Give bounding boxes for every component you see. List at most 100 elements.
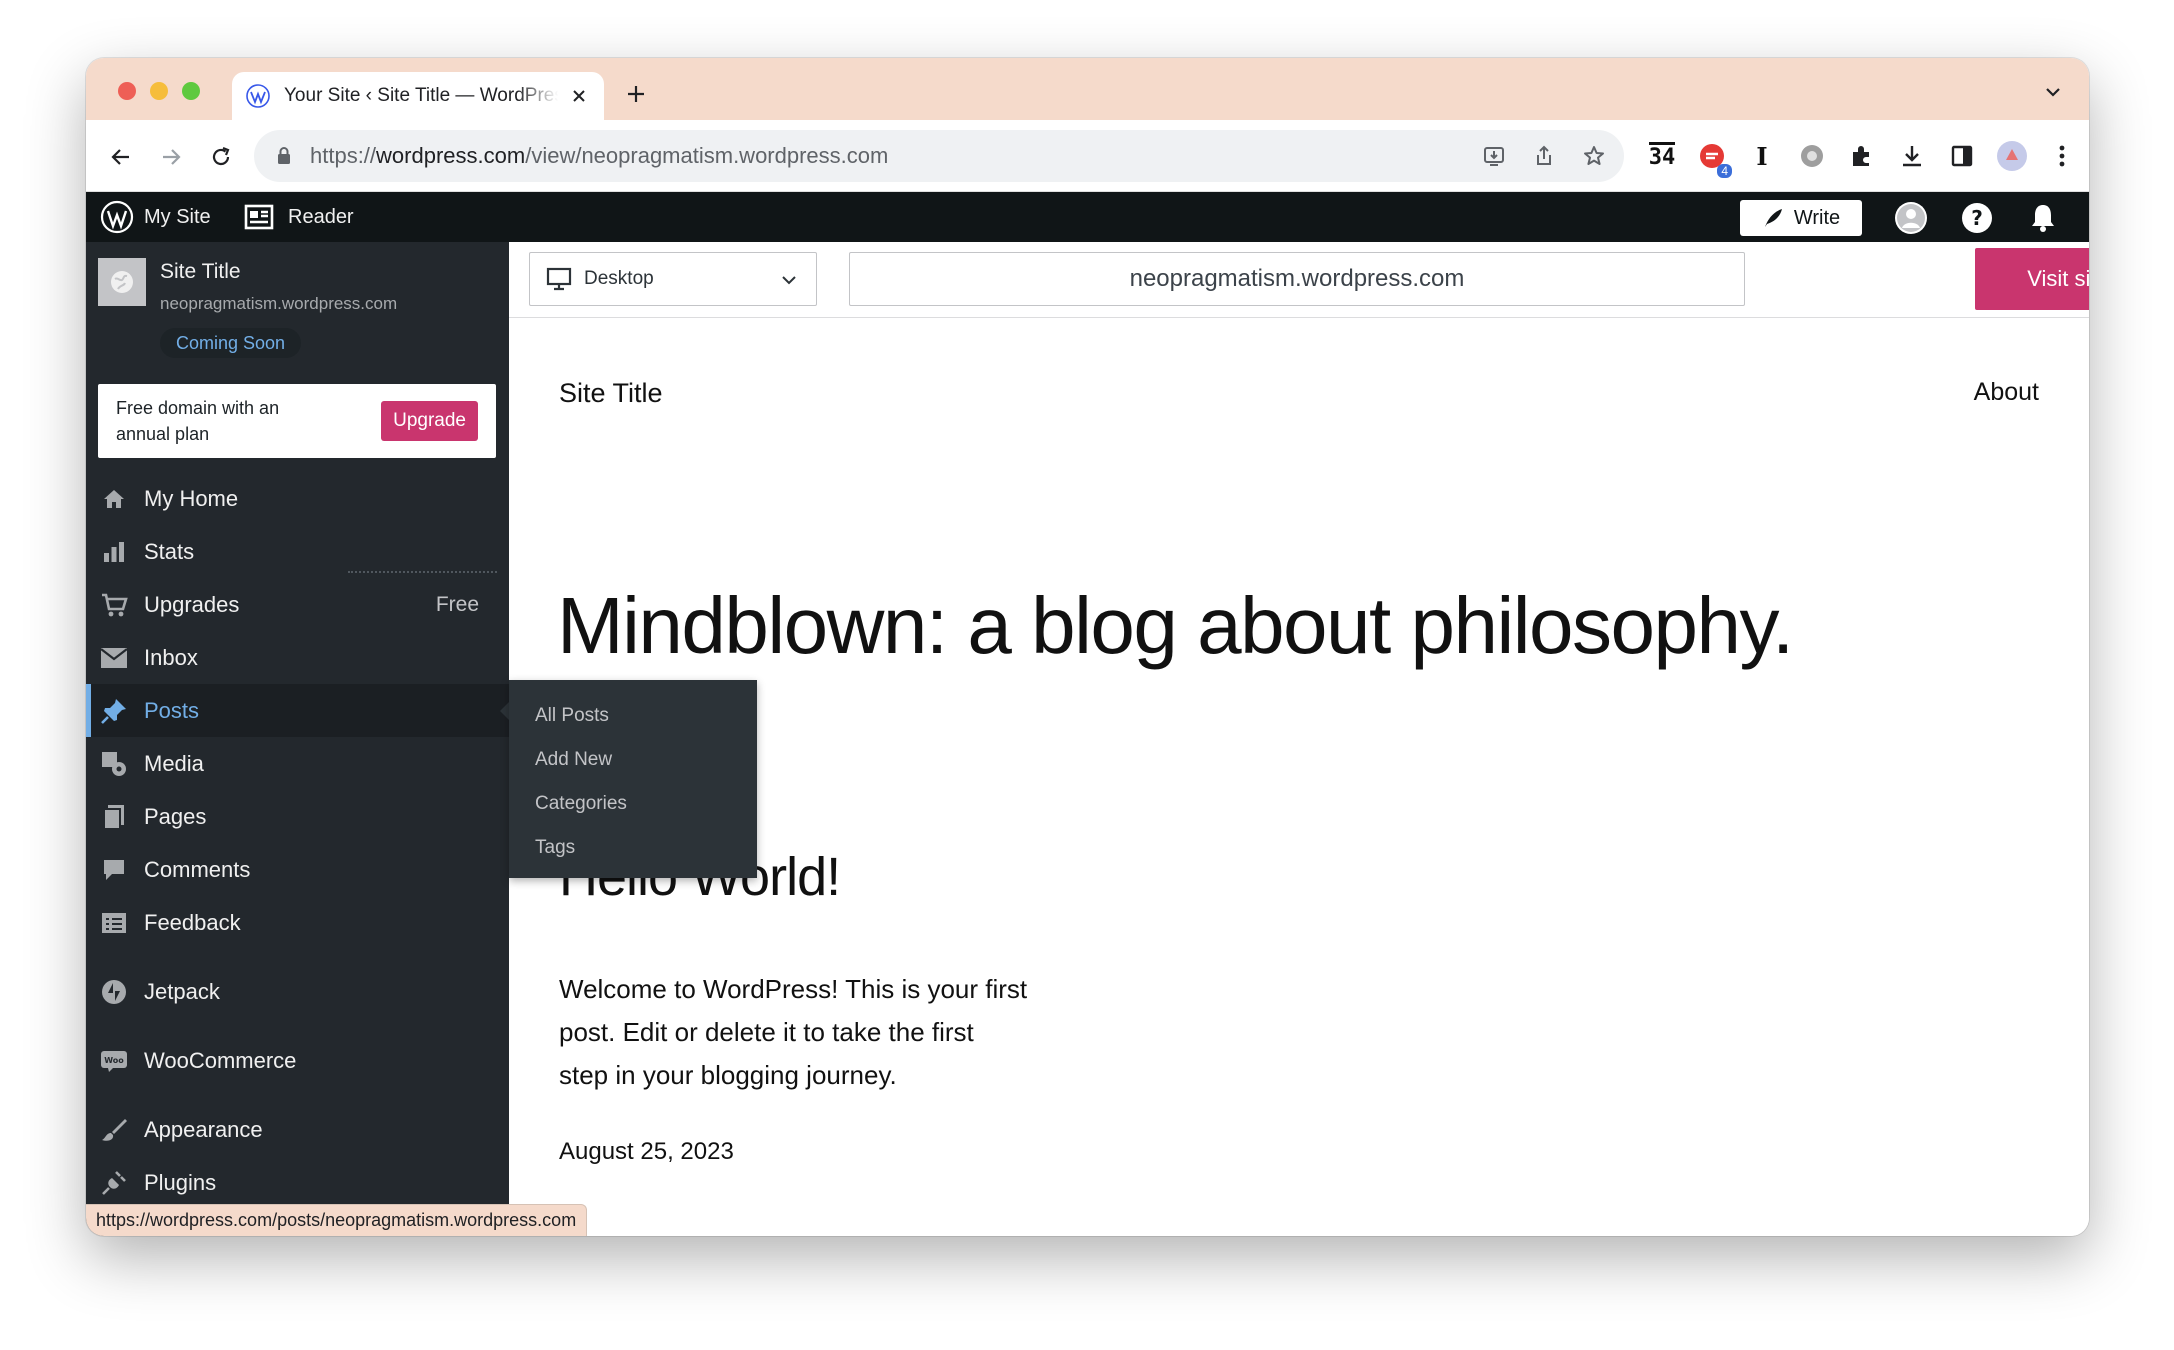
- profile-avatar-icon[interactable]: [1994, 138, 2030, 174]
- preview-url-field[interactable]: neopragmatism.wordpress.com: [849, 252, 1745, 306]
- sidebar-item-label: WooCommerce: [144, 1047, 297, 1073]
- new-tab-button[interactable]: [620, 78, 652, 110]
- sidebar-item-stats[interactable]: Stats: [86, 525, 509, 578]
- sidebar-item-my-home[interactable]: My Home: [86, 472, 509, 525]
- mail-icon: [100, 644, 128, 672]
- sidebar-item-woocommerce[interactable]: Woo WooCommerce: [86, 1034, 509, 1087]
- url-text: https://wordpress.com/view/neopragmatism…: [310, 143, 888, 169]
- site-card[interactable]: Site Title neopragmatism.wordpress.com C…: [98, 258, 497, 368]
- preview-post-excerpt: Welcome to WordPress! This is your first…: [559, 974, 1028, 1090]
- sidebar-item-label: Media: [144, 750, 204, 776]
- reader-icon: [244, 204, 274, 230]
- browser-toolbar: https://wordpress.com/view/neopragmatism…: [86, 120, 2089, 192]
- sidebar-item-jetpack[interactable]: Jetpack: [86, 965, 509, 1018]
- upsell-text: Free domain with an annual plan: [116, 398, 280, 444]
- chevron-down-icon[interactable]: [2041, 80, 2065, 104]
- reader-label: Reader: [288, 205, 354, 228]
- minimize-window-button[interactable]: [150, 82, 168, 100]
- help-icon[interactable]: ?: [1960, 201, 1994, 235]
- sidebar-item-appearance[interactable]: Appearance: [86, 1103, 509, 1156]
- preview-post-date: August 25, 2023: [559, 1138, 734, 1165]
- write-button[interactable]: Write: [1740, 200, 1862, 236]
- sidebar-item-label: Pages: [144, 803, 207, 829]
- sidebar-item-upgrades[interactable]: Upgrades Free: [86, 578, 509, 631]
- upgrade-button[interactable]: Upgrade: [381, 401, 478, 441]
- kebab-menu-icon[interactable]: [2044, 138, 2080, 174]
- forward-arrow-icon[interactable]: [156, 142, 186, 172]
- sidebar-item-label: Feedback: [144, 909, 241, 935]
- maximize-window-button[interactable]: [182, 82, 200, 100]
- sidebar-item-pages[interactable]: Pages: [86, 790, 509, 843]
- sidebar-item-label: Inbox: [144, 644, 198, 670]
- close-window-button[interactable]: [118, 82, 136, 100]
- media-icon: [100, 750, 128, 778]
- domain-upsell-banner[interactable]: Free domain with an annual plan Upgrade: [98, 384, 496, 458]
- flyout-item-categories[interactable]: Categories: [509, 782, 757, 826]
- my-site-label: My Site: [144, 205, 211, 228]
- home-icon: [100, 485, 128, 513]
- calendar-day: 34: [1648, 142, 1676, 170]
- sidebar-item-label: Upgrades: [144, 591, 240, 617]
- wp-sidebar: Site Title neopragmatism.wordpress.com C…: [86, 242, 509, 1236]
- my-site-link[interactable]: My Site: [100, 192, 211, 242]
- visit-site-button[interactable]: Visit site: [1975, 248, 2089, 310]
- tab-close-icon[interactable]: [568, 85, 590, 107]
- posts-flyout-menu: All Posts Add New Categories Tags: [509, 680, 757, 878]
- feedback-icon: [100, 909, 128, 937]
- sidebar-item-label: My Home: [144, 485, 239, 511]
- sidebar-item-comments[interactable]: Comments: [86, 843, 509, 896]
- sidebar-item-label: Stats: [144, 538, 195, 564]
- bookmark-star-icon[interactable]: [1580, 142, 1608, 170]
- sidebar-item-label: Posts: [144, 697, 200, 723]
- back-arrow-icon[interactable]: [106, 142, 136, 172]
- plug-icon: [100, 1169, 128, 1197]
- address-bar[interactable]: https://wordpress.com/view/neopragmatism…: [254, 130, 1624, 182]
- tab-title: Your Site ‹ Site Title — WordPress.com: [284, 85, 558, 106]
- reader-link[interactable]: Reader: [244, 192, 354, 242]
- status-bar-url: https://wordpress.com/posts/neopragmatis…: [86, 1204, 588, 1236]
- preview-site-title[interactable]: Site Title: [559, 378, 663, 409]
- stats-sparkline: [348, 571, 497, 573]
- lock-icon[interactable]: [276, 146, 296, 166]
- preview-nav-about[interactable]: About: [1974, 378, 2039, 407]
- sidebar-item-label: Plugins: [144, 1169, 217, 1195]
- sidebar-item-label: Jetpack: [144, 978, 220, 1004]
- notifications-bell-icon[interactable]: [2026, 201, 2060, 235]
- sidebar-item-inbox[interactable]: Inbox: [86, 631, 509, 684]
- paintbrush-icon: [100, 1116, 128, 1144]
- jetpack-icon: [100, 978, 128, 1006]
- share-icon[interactable]: [1530, 142, 1558, 170]
- browser-tab[interactable]: Your Site ‹ Site Title — WordPress.com: [232, 72, 604, 120]
- flyout-item-add-new[interactable]: Add New: [509, 738, 757, 782]
- sidebar-item-media[interactable]: Media: [86, 737, 509, 790]
- svg-text:Woo: Woo: [104, 1056, 124, 1065]
- puzzle-extensions-icon[interactable]: [1844, 138, 1880, 174]
- text-cursor-extension-icon[interactable]: I: [1744, 138, 1780, 174]
- sidebar-item-plugins[interactable]: Plugins: [86, 1156, 509, 1209]
- extension-badge-count: 4: [1717, 164, 1732, 178]
- device-select[interactable]: Desktop: [529, 252, 817, 306]
- site-globe-icon: [98, 258, 146, 306]
- download-icon[interactable]: [1894, 138, 1930, 174]
- sidebar-menu: My Home Stats Upgrades Free Inbox Posts: [86, 472, 509, 1209]
- gear-extension-icon[interactable]: [1794, 138, 1830, 174]
- reload-icon[interactable]: [206, 142, 236, 172]
- calendar-extension-icon[interactable]: 34: [1644, 138, 1680, 174]
- woocommerce-icon: Woo: [100, 1047, 128, 1075]
- flyout-item-tags[interactable]: Tags: [509, 826, 757, 870]
- pages-icon: [100, 803, 128, 831]
- wordpress-logo-icon: [100, 200, 134, 234]
- account-avatar-icon[interactable]: [1894, 201, 1928, 235]
- extension-badge-icon[interactable]: 4: [1694, 138, 1732, 178]
- sidebar-item-feedback[interactable]: Feedback: [86, 896, 509, 949]
- preview-hero-heading: Mindblown: a blog about philosophy.: [557, 581, 1794, 670]
- pushpin-icon: [100, 697, 128, 725]
- flyout-item-all-posts[interactable]: All Posts: [509, 694, 757, 738]
- sidebar-item-posts[interactable]: Posts: [86, 684, 509, 737]
- sidebar-item-label: Comments: [144, 856, 251, 882]
- install-app-icon[interactable]: [1480, 142, 1508, 170]
- site-url: neopragmatism.wordpress.com: [160, 294, 398, 313]
- wordpress-favicon-icon: [246, 84, 270, 108]
- plan-label: Free: [435, 592, 479, 616]
- side-panel-icon[interactable]: [1944, 138, 1980, 174]
